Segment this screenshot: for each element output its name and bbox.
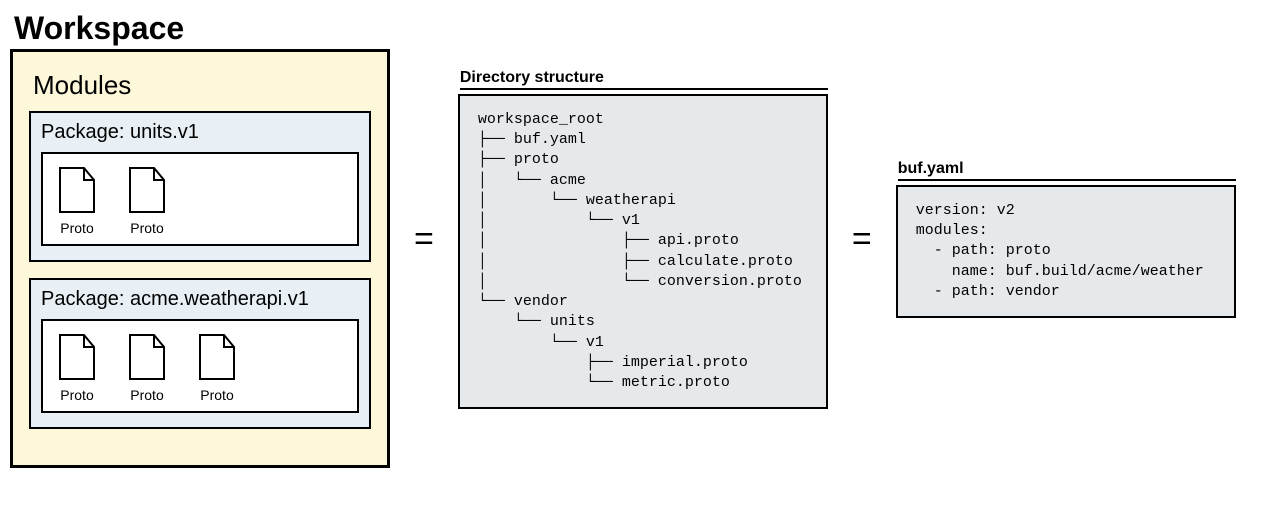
workspace-title: Workspace: [14, 10, 390, 47]
proto-file: Proto: [123, 166, 171, 236]
equals-sign: =: [846, 220, 878, 259]
buf-yaml-content: version: v2 modules: - path: proto name:…: [896, 185, 1236, 318]
proto-file: Proto: [123, 333, 171, 403]
equals-sign: =: [408, 220, 440, 259]
proto-file: Proto: [193, 333, 241, 403]
file-row: Proto Proto: [41, 152, 359, 246]
file-icon: [58, 333, 96, 381]
package-weatherapi: Package: acme.weatherapi.v1 Proto: [29, 278, 371, 429]
file-icon: [198, 333, 236, 381]
package-label: Package: acme.weatherapi.v1: [41, 288, 359, 311]
buf-yaml-column: buf.yaml version: v2 modules: - path: pr…: [896, 160, 1236, 318]
directory-title: Directory structure: [460, 69, 828, 90]
modules-title: Modules: [33, 70, 371, 101]
file-icon: [128, 333, 166, 381]
proto-file: Proto: [53, 166, 101, 236]
proto-file: Proto: [53, 333, 101, 403]
file-icon: [128, 166, 166, 214]
workspace-box: Modules Package: units.v1 Proto: [10, 49, 390, 468]
file-label: Proto: [130, 387, 163, 403]
diagram: Workspace Modules Package: units.v1 Prot…: [10, 10, 1253, 468]
directory-tree: workspace_root ├── buf.yaml ├── proto │ …: [458, 94, 828, 410]
file-row: Proto Proto Proto: [41, 319, 359, 413]
file-label: Proto: [60, 220, 93, 236]
package-units: Package: units.v1 Proto: [29, 111, 371, 262]
file-icon: [58, 166, 96, 214]
buf-yaml-title: buf.yaml: [898, 160, 1236, 181]
file-label: Proto: [200, 387, 233, 403]
file-label: Proto: [60, 387, 93, 403]
package-label: Package: units.v1: [41, 121, 359, 144]
file-label: Proto: [130, 220, 163, 236]
directory-column: Directory structure workspace_root ├── b…: [458, 69, 828, 410]
workspace-column: Workspace Modules Package: units.v1 Prot…: [10, 10, 390, 468]
